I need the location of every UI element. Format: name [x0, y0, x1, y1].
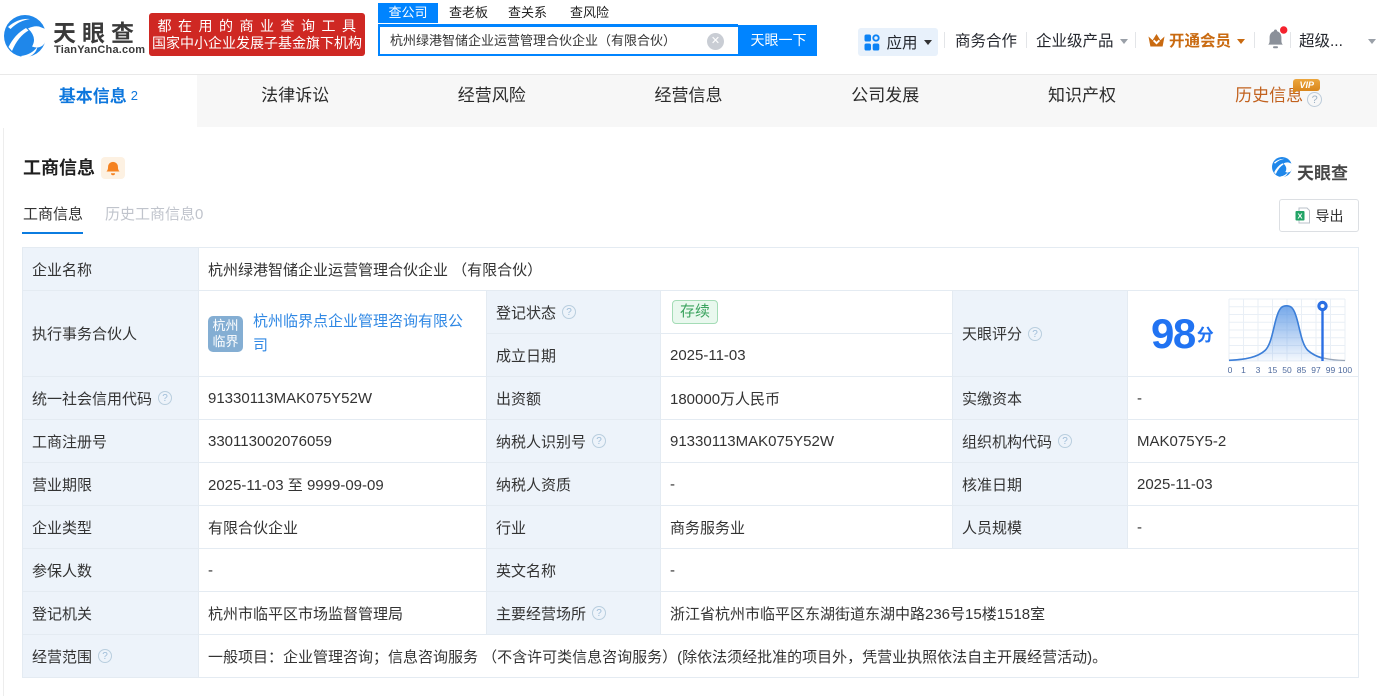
svg-text:85: 85 [1297, 365, 1307, 375]
svg-text:1: 1 [1241, 365, 1246, 375]
svg-text:99: 99 [1326, 365, 1336, 375]
svg-text:0: 0 [1228, 365, 1233, 375]
svg-text:15: 15 [1268, 365, 1278, 375]
svg-text:3: 3 [1256, 365, 1261, 375]
svg-text:50: 50 [1282, 365, 1292, 375]
svg-text:X: X [1297, 212, 1302, 221]
svg-text:100: 100 [1338, 365, 1352, 375]
svg-text:97: 97 [1311, 365, 1321, 375]
